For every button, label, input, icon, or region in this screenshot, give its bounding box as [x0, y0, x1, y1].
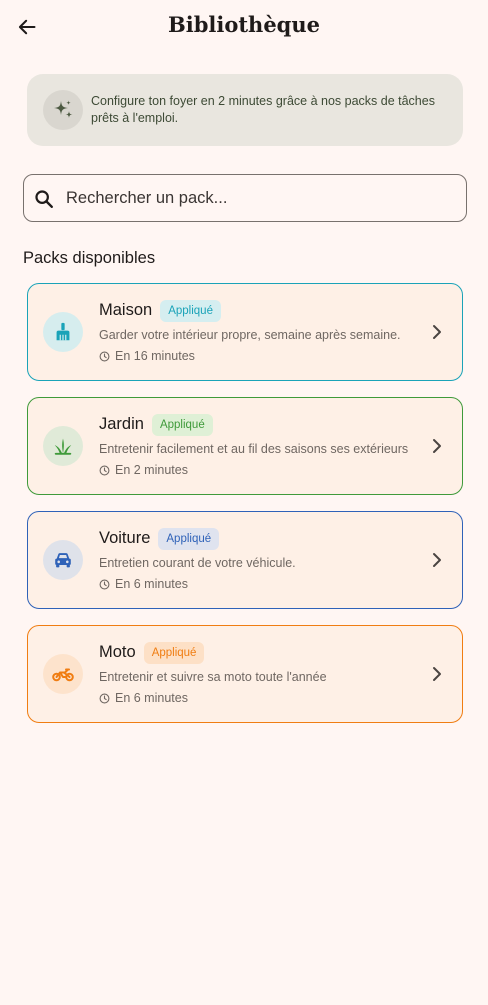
status-badge: Appliqué — [143, 642, 205, 664]
search-input[interactable] — [66, 175, 456, 221]
page-title: Bibliothèque — [167, 12, 320, 37]
pack-card-maison[interactable]: Maison Appliqué Garder votre intérieur pro… — [27, 283, 463, 381]
pack-duration: En 6 minutes — [99, 577, 188, 591]
pack-description: Entretien courant de votre véhicule. — [99, 556, 296, 570]
pack-description: Entretenir et suivre sa moto toute l'ann… — [99, 670, 327, 684]
chevron-right-icon — [430, 551, 444, 569]
clock-icon — [99, 465, 110, 476]
clock-icon — [99, 579, 110, 590]
pack-duration-text: En 6 minutes — [115, 691, 188, 705]
grass-icon — [43, 426, 83, 466]
section-title: Packs disponibles — [23, 249, 156, 267]
pack-duration-text: En 6 minutes — [115, 577, 188, 591]
pack-duration: En 2 minutes — [99, 463, 188, 477]
pack-card-moto[interactable]: Moto Appliqué Entretenir et suivre sa moto… — [27, 625, 463, 723]
search-field[interactable] — [23, 174, 467, 222]
chevron-right-icon — [430, 437, 444, 455]
car-icon — [43, 540, 83, 580]
chevron-right-icon — [430, 665, 444, 683]
pack-description: Garder votre intérieur propre, semaine a… — [99, 328, 401, 342]
search-icon — [35, 190, 53, 208]
pack-name: Jardin — [99, 415, 144, 433]
clock-icon — [99, 693, 110, 704]
pack-description: Entretenir facilement et au fil des sais… — [99, 442, 409, 456]
sparkles-icon — [43, 90, 83, 130]
pack-duration-text: En 2 minutes — [115, 463, 188, 477]
status-badge: Appliqué — [160, 300, 221, 322]
pack-name: Moto — [99, 643, 136, 661]
pack-name: Voiture — [99, 529, 151, 547]
status-badge: Appliqué — [158, 528, 220, 550]
clock-icon — [99, 351, 110, 362]
status-badge: Appliqué — [151, 414, 213, 436]
info-text: Configure ton foyer en 2 minutes grâce à… — [91, 94, 435, 125]
pack-card-jardin[interactable]: Jardin Appliqué Entretenir facilement et a… — [27, 397, 463, 495]
info-banner: Configure ton foyer en 2 minutes grâce à… — [27, 74, 463, 146]
motorcycle-icon — [43, 654, 83, 694]
pack-name: Maison — [99, 301, 153, 319]
pack-duration: En 6 minutes — [99, 691, 188, 705]
pack-duration: En 16 minutes — [99, 349, 195, 363]
chevron-right-icon — [430, 323, 444, 341]
app-bar: Bibliothèque — [0, 0, 488, 56]
pack-card-voiture[interactable]: Voiture Appliqué Entretien courant de votr… — [27, 511, 463, 609]
broom-icon — [43, 312, 83, 352]
pack-duration-text: En 16 minutes — [115, 349, 195, 363]
